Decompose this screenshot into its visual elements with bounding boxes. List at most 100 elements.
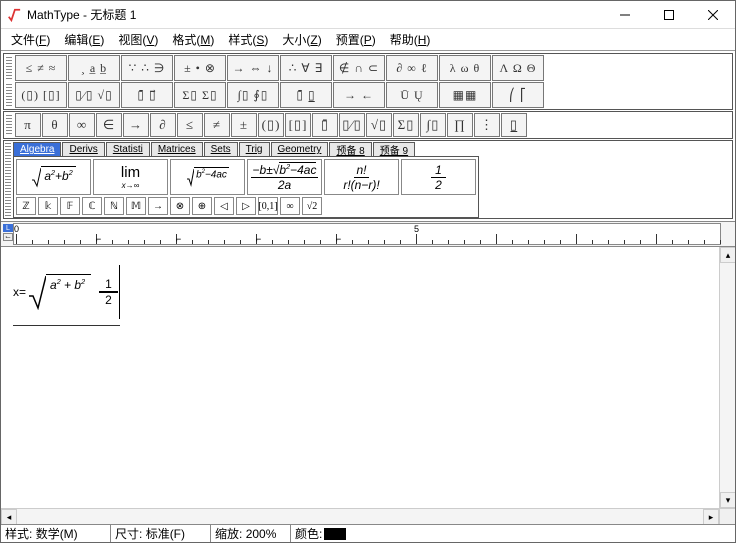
- small-palette-9[interactable]: (▯): [258, 113, 284, 137]
- template-sqrt_ab[interactable]: a2+b2: [16, 159, 91, 195]
- tab-matrices[interactable]: Matrices: [151, 142, 203, 156]
- template-small-3[interactable]: ℂ: [82, 197, 102, 215]
- template-combin[interactable]: n!r!(n−r)!: [324, 159, 399, 195]
- align-left-indicator[interactable]: L: [3, 224, 13, 232]
- symbol-palette-4[interactable]: → ⇔ ↓: [227, 55, 279, 81]
- menu-z[interactable]: 大小(Z): [276, 29, 327, 50]
- template-small-1[interactable]: 𝕜: [38, 197, 58, 215]
- template-small-6[interactable]: →: [148, 197, 168, 215]
- template-palette-4[interactable]: ∫▯ ∮▯: [227, 82, 279, 108]
- small-palette-3[interactable]: ∈: [96, 113, 122, 137]
- menu-h[interactable]: 帮助(H): [384, 29, 437, 50]
- small-palette-14[interactable]: Σ▯: [393, 113, 419, 137]
- horizontal-ruler[interactable]: 05⌐⌐⌐⌐: [13, 223, 721, 245]
- template-small-5[interactable]: 𝕄: [126, 197, 146, 215]
- equation[interactable]: x= a2 + b2 1 2: [13, 265, 120, 326]
- tab-derivs[interactable]: Derivs: [62, 142, 104, 156]
- template-half[interactable]: 12: [401, 159, 476, 195]
- tab-sets[interactable]: Sets: [204, 142, 238, 156]
- template-palette-0[interactable]: (▯) [▯]: [15, 82, 67, 108]
- small-palette-8[interactable]: ±: [231, 113, 257, 137]
- tab-trig[interactable]: Trig: [239, 142, 270, 156]
- minimize-button[interactable]: [603, 1, 647, 28]
- tab-statisti[interactable]: Statisti: [106, 142, 150, 156]
- symbol-palette-3[interactable]: ± • ⊗: [174, 55, 226, 81]
- template-small-4[interactable]: ℕ: [104, 197, 124, 215]
- equation-editor[interactable]: x= a2 + b2 1 2: [1, 247, 719, 508]
- template-palette-1[interactable]: ▯⁄▯ √▯: [68, 82, 120, 108]
- template-small-11[interactable]: [0,1]: [258, 197, 278, 215]
- tab-geometry[interactable]: Geometry: [271, 142, 329, 156]
- menu-m[interactable]: 格式(M): [166, 29, 220, 50]
- small-palette-1[interactable]: θ: [42, 113, 68, 137]
- scroll-down-button[interactable]: ▾: [720, 492, 735, 508]
- small-palette-4[interactable]: →: [123, 113, 149, 137]
- toolbar-grip[interactable]: [6, 84, 12, 106]
- horizontal-scrollbar[interactable]: ◂ ▸: [1, 508, 735, 524]
- symbol-palette-6[interactable]: ∉ ∩ ⊂: [333, 55, 385, 81]
- small-palette-0[interactable]: π: [15, 113, 41, 137]
- close-button[interactable]: [691, 1, 735, 28]
- menu-f[interactable]: 文件(F): [5, 29, 56, 50]
- symbol-palette-1[interactable]: ¸ a̲ b̲: [68, 55, 120, 81]
- toolbar-grip[interactable]: [6, 115, 12, 135]
- template-lim[interactable]: limx→∞: [93, 159, 168, 195]
- template-small-10[interactable]: ▷: [236, 197, 256, 215]
- template-palette-8[interactable]: ▦▦: [439, 82, 491, 108]
- small-palette-18[interactable]: ▯̲: [501, 113, 527, 137]
- menu-e[interactable]: 编辑(E): [58, 29, 110, 50]
- template-palette-5[interactable]: ▯̄ ▯̲: [280, 82, 332, 108]
- template-palette-6[interactable]: → ←: [333, 82, 385, 108]
- toolbar-grip[interactable]: [6, 57, 12, 79]
- align-center-indicator[interactable]: ⌙: [3, 233, 13, 241]
- small-palette-10[interactable]: [▯]: [285, 113, 311, 137]
- toolbar-area: ≤ ≠ ≈¸ a̲ b̲∵ ∴ ∋± • ⊗→ ⇔ ↓∴ ∀ ∃∉ ∩ ⊂∂ ∞…: [1, 51, 735, 222]
- fraction-expression[interactable]: 1 2: [99, 277, 118, 307]
- menu-s[interactable]: 样式(S): [222, 29, 274, 50]
- template-small-13[interactable]: √2: [302, 197, 322, 215]
- fraction-numerator[interactable]: 1: [99, 277, 118, 291]
- template-small-2[interactable]: 𝔽: [60, 197, 80, 215]
- small-palette-6[interactable]: ≤: [177, 113, 203, 137]
- template-palette-7[interactable]: Ū Ų: [386, 82, 438, 108]
- scroll-right-button[interactable]: ▸: [703, 509, 719, 525]
- template-small-12[interactable]: ∞: [280, 197, 300, 215]
- template-small-9[interactable]: ◁: [214, 197, 234, 215]
- small-palette-15[interactable]: ∫▯: [420, 113, 446, 137]
- menu-v[interactable]: 视图(V): [112, 29, 164, 50]
- symbol-palette-5[interactable]: ∴ ∀ ∃: [280, 55, 332, 81]
- tab-预备8[interactable]: 预备 8: [329, 142, 371, 156]
- small-palette-11[interactable]: ▯̄: [312, 113, 338, 137]
- symbol-palette-0[interactable]: ≤ ≠ ≈: [15, 55, 67, 81]
- small-palette-12[interactable]: ▯⁄▯: [339, 113, 365, 137]
- toolbar-grip[interactable]: [5, 143, 11, 216]
- template-quad[interactable]: −b±√b2−4ac2a: [247, 159, 322, 195]
- symbol-palette-2[interactable]: ∵ ∴ ∋: [121, 55, 173, 81]
- symbol-palette-8[interactable]: λ ω θ: [439, 55, 491, 81]
- template-sqrt_disc[interactable]: b2−4ac: [170, 159, 245, 195]
- scroll-left-button[interactable]: ◂: [1, 509, 17, 525]
- template-palette-9[interactable]: ⎛ ⎡: [492, 82, 544, 108]
- tab-algebra[interactable]: Algebra: [13, 142, 61, 156]
- tab-预备9[interactable]: 预备 9: [373, 142, 415, 156]
- color-swatch[interactable]: [324, 528, 346, 540]
- scroll-up-button[interactable]: ▴: [720, 247, 735, 263]
- template-small-8[interactable]: ⊕: [192, 197, 212, 215]
- small-palette-17[interactable]: ⋮: [474, 113, 500, 137]
- small-palette-7[interactable]: ≠: [204, 113, 230, 137]
- small-palette-16[interactable]: ∏: [447, 113, 473, 137]
- sqrt-expression[interactable]: a2 + b2: [28, 274, 91, 310]
- fraction-denominator[interactable]: 2: [99, 293, 118, 307]
- menu-p[interactable]: 预置(P): [330, 29, 382, 50]
- symbol-palette-7[interactable]: ∂ ∞ ℓ: [386, 55, 438, 81]
- small-palette-5[interactable]: ∂: [150, 113, 176, 137]
- template-small-7[interactable]: ⊗: [170, 197, 190, 215]
- template-palette-2[interactable]: ▯̄ ▯⃗: [121, 82, 173, 108]
- template-palette-3[interactable]: Σ▯ Σ▯: [174, 82, 226, 108]
- maximize-button[interactable]: [647, 1, 691, 28]
- small-palette-13[interactable]: √▯: [366, 113, 392, 137]
- template-small-0[interactable]: ℤ: [16, 197, 36, 215]
- small-palette-2[interactable]: ∞: [69, 113, 95, 137]
- vertical-scrollbar[interactable]: ▴ ▾: [719, 247, 735, 508]
- symbol-palette-9[interactable]: Λ Ω Θ: [492, 55, 544, 81]
